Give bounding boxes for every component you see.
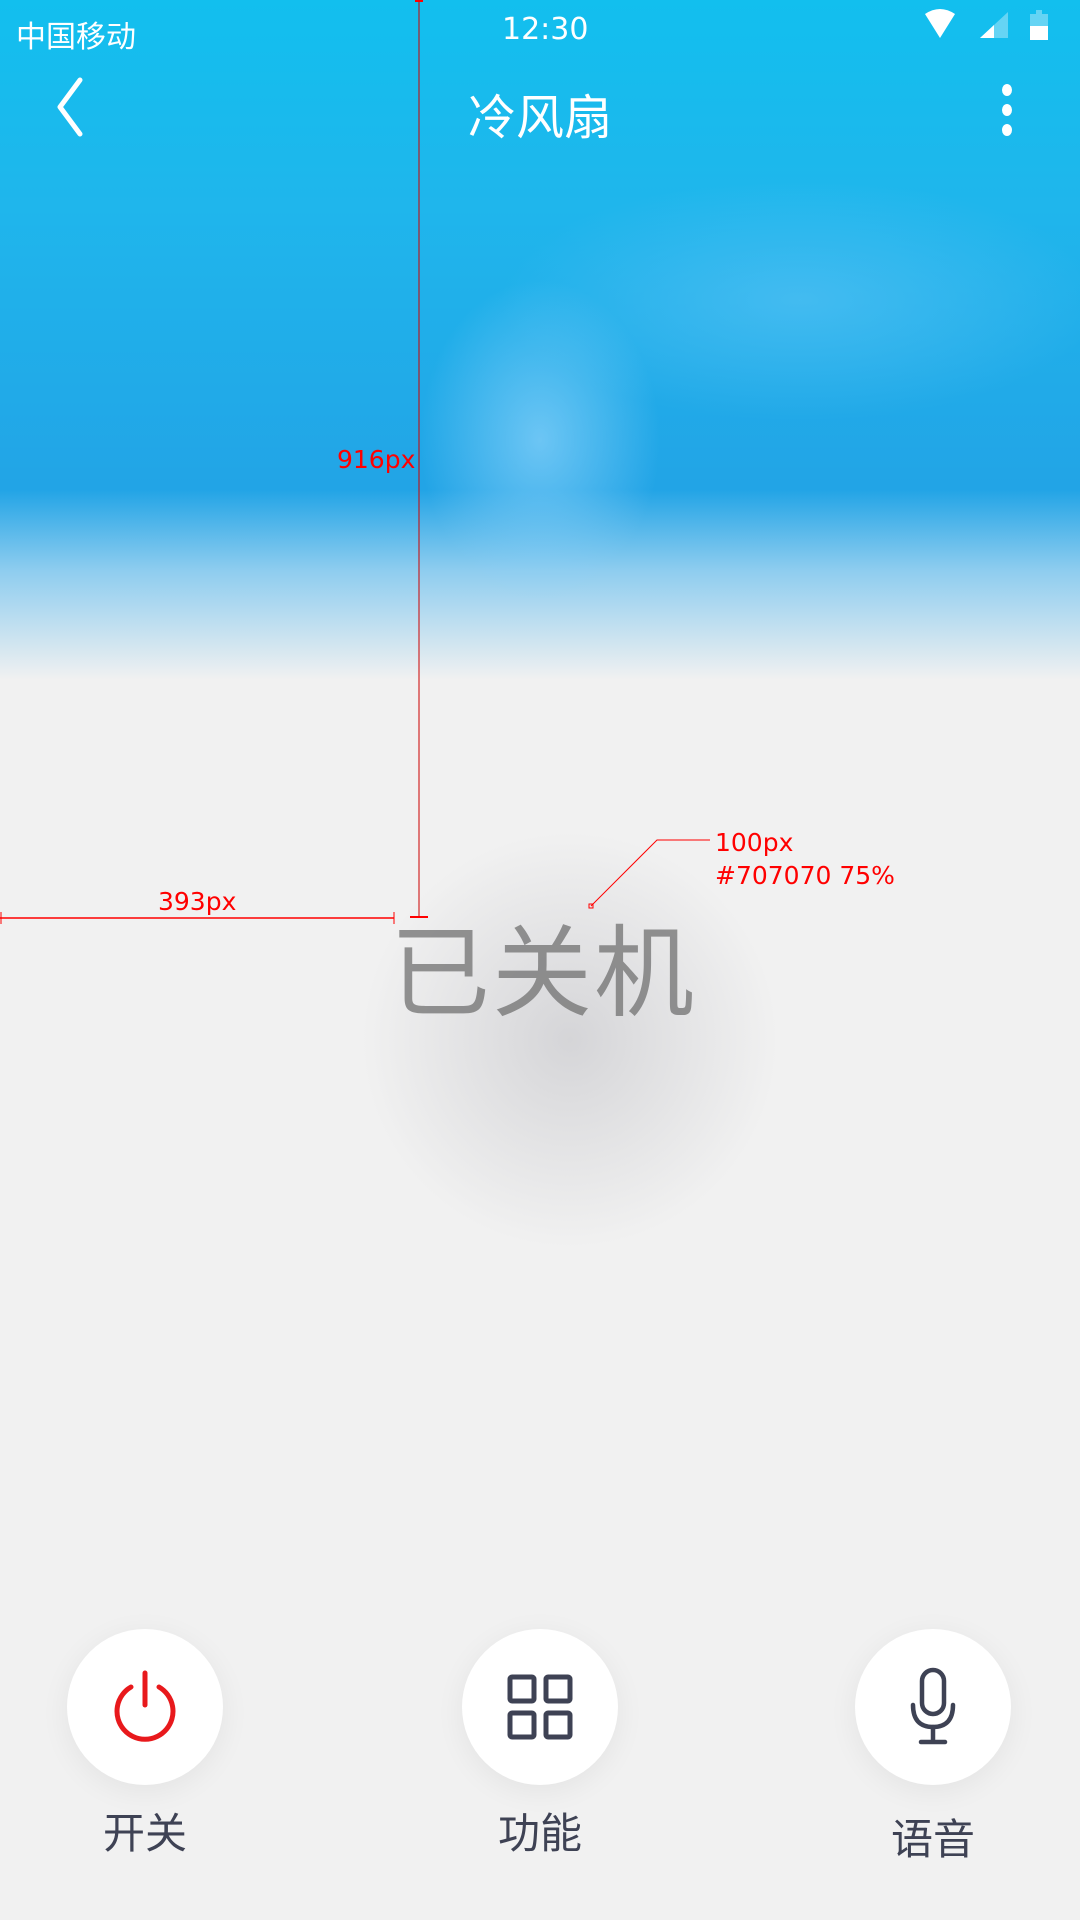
annotation-font-size: 100px bbox=[715, 828, 794, 857]
grid-icon bbox=[507, 1674, 573, 1740]
voice-button[interactable] bbox=[855, 1629, 1011, 1785]
annotation-horizontal: 393px bbox=[158, 887, 237, 916]
power-icon bbox=[114, 1670, 176, 1742]
power-button[interactable] bbox=[67, 1629, 223, 1785]
microphone-icon bbox=[910, 1667, 956, 1745]
measurement-overlay bbox=[0, 0, 710, 924]
annotation-vertical: 916px bbox=[337, 445, 416, 474]
power-label: 开关 bbox=[102, 1809, 187, 1858]
voice-label: 语音 bbox=[890, 1815, 975, 1864]
function-button[interactable] bbox=[462, 1629, 618, 1785]
function-label: 功能 bbox=[497, 1809, 582, 1858]
annotation-color: #707070 75% bbox=[715, 861, 895, 890]
